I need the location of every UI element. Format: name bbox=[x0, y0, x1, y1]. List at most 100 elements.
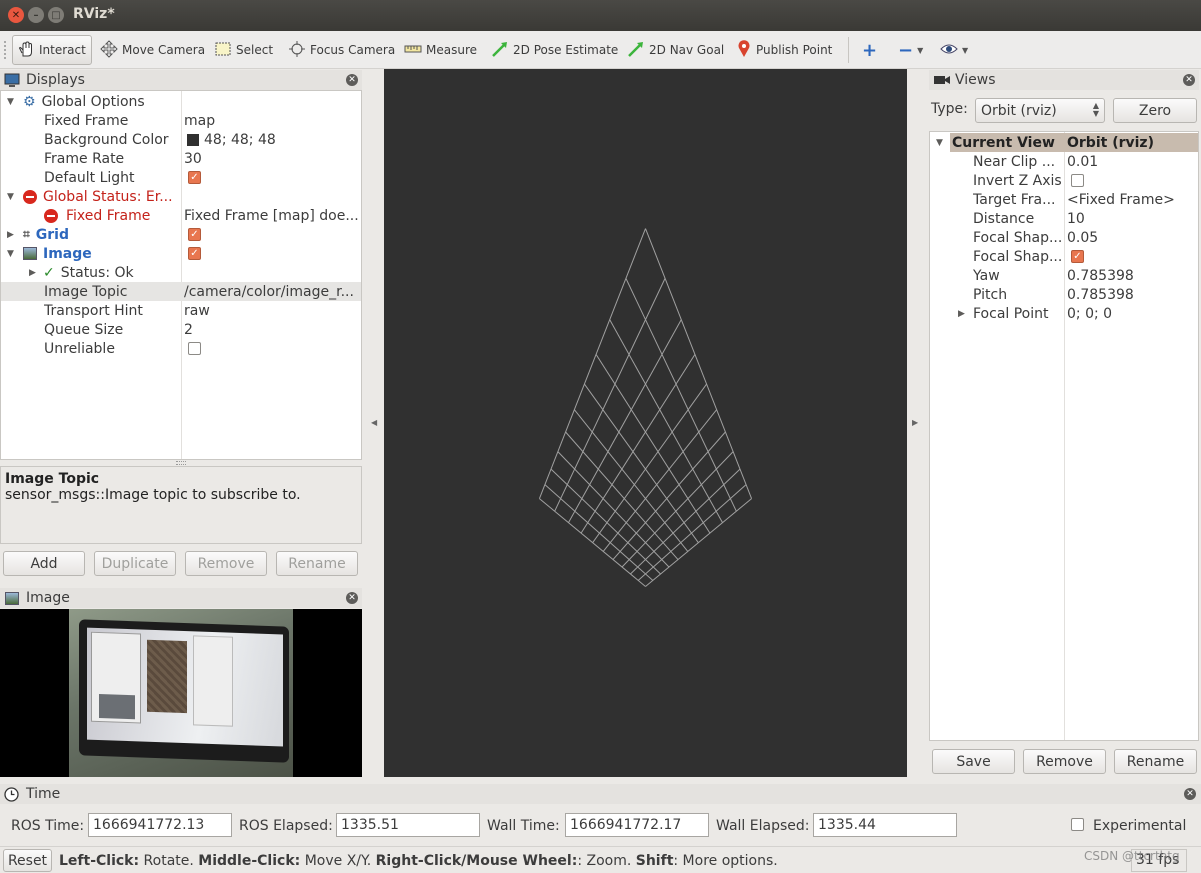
image-enabled-checkbox[interactable]: ✓ bbox=[188, 244, 201, 263]
collapse-arrow-icon[interactable]: ▶ bbox=[958, 309, 968, 319]
collapse-left-arrow-icon[interactable]: ◀ bbox=[371, 418, 377, 427]
panels-visibility-button[interactable]: ▼ bbox=[936, 35, 972, 65]
invert-z-axis-checkbox[interactable] bbox=[1071, 171, 1084, 190]
collapse-right-arrow-icon[interactable]: ▶ bbox=[912, 418, 918, 427]
remove-view-button[interactable]: Remove bbox=[1023, 749, 1106, 774]
status-help-text: Left-Click: Rotate. Middle-Click: Move X… bbox=[59, 853, 778, 869]
grid-enabled-checkbox[interactable]: ✓ bbox=[188, 225, 201, 244]
focus-camera-icon bbox=[288, 40, 306, 61]
current-view-row[interactable]: ▼ Current View bbox=[936, 133, 1066, 152]
nav-goal-tool-button[interactable]: 2D Nav Goal bbox=[623, 35, 728, 65]
close-panel-icon[interactable]: ✕ bbox=[1183, 74, 1195, 86]
expand-arrow-icon[interactable]: ▼ bbox=[7, 192, 17, 202]
global-status-fixed-frame-row[interactable]: Fixed Frame bbox=[44, 206, 180, 225]
publish-point-tool-button[interactable]: Publish Point bbox=[732, 35, 836, 65]
help-text: sensor_msgs::Image topic to subscribe to… bbox=[5, 487, 301, 503]
interact-tool-button[interactable]: Interact bbox=[12, 35, 92, 65]
add-tool-button[interactable]: + bbox=[858, 35, 881, 65]
experimental-checkbox[interactable] bbox=[1071, 818, 1084, 835]
image-status-row[interactable]: ▶ ✓ Status: Ok bbox=[29, 263, 179, 282]
global-status-fixed-frame-value: Fixed Frame [map] doe... bbox=[184, 207, 359, 224]
view-type-select[interactable]: Orbit (rviz) ▲ ▼ bbox=[975, 98, 1105, 123]
ros-elapsed-field[interactable] bbox=[336, 813, 480, 837]
unreliable-checkbox[interactable] bbox=[188, 339, 201, 358]
focal-shape-size-value[interactable]: 0.05 bbox=[1067, 228, 1197, 247]
duplicate-display-button[interactable]: Duplicate bbox=[94, 551, 176, 576]
help-title: Image Topic bbox=[5, 471, 100, 487]
grid-line bbox=[612, 431, 726, 560]
yaw-value[interactable]: 0.785398 bbox=[1067, 266, 1197, 285]
displays-tree: ▼ ⚙ Global Options Fixed Frame map Backg… bbox=[0, 90, 362, 460]
select-tool-button[interactable]: Select bbox=[210, 35, 277, 65]
splitter-handle[interactable] bbox=[176, 461, 186, 465]
remove-display-button[interactable]: Remove bbox=[185, 551, 267, 576]
grid-line bbox=[609, 319, 723, 523]
clock-icon bbox=[4, 786, 19, 802]
focal-shape-fixed-checkbox[interactable]: ✓ bbox=[1071, 247, 1084, 266]
add-display-button[interactable]: Add bbox=[3, 551, 85, 576]
global-options-row[interactable]: ▼ ⚙ Global Options bbox=[7, 92, 357, 111]
focus-camera-tool-button[interactable]: Focus Camera bbox=[284, 35, 399, 65]
pose-estimate-tool-button[interactable]: 2D Pose Estimate bbox=[487, 35, 622, 65]
ros-time-label: ROS Time: bbox=[11, 818, 85, 834]
zero-view-button[interactable]: Zero bbox=[1113, 98, 1197, 123]
focal-point-value[interactable]: 0; 0; 0 bbox=[1067, 304, 1197, 323]
background-color-value[interactable]: 48; 48; 48 bbox=[187, 130, 359, 149]
close-panel-icon[interactable]: ✕ bbox=[1184, 788, 1196, 800]
wall-elapsed-field[interactable] bbox=[813, 813, 957, 837]
close-panel-icon[interactable]: ✕ bbox=[346, 74, 358, 86]
collapse-arrow-icon[interactable]: ▶ bbox=[7, 230, 17, 240]
camera-image-view bbox=[0, 609, 362, 777]
measure-tool-button[interactable]: Measure bbox=[400, 35, 481, 65]
distance-value[interactable]: 10 bbox=[1067, 209, 1197, 228]
dropdown-arrow-icon: ▼ bbox=[962, 45, 969, 55]
reset-button[interactable]: Reset bbox=[3, 849, 52, 872]
save-view-button[interactable]: Save bbox=[932, 749, 1015, 774]
rename-view-button[interactable]: Rename bbox=[1114, 749, 1197, 774]
frame-rate-value[interactable]: 30 bbox=[184, 149, 359, 168]
default-light-checkbox[interactable]: ✓ bbox=[188, 168, 201, 187]
global-status-row[interactable]: ▼ Global Status: Er... bbox=[7, 187, 179, 206]
queue-size-value[interactable]: 2 bbox=[184, 320, 359, 339]
displays-panel-title: Displays bbox=[26, 72, 85, 88]
error-icon bbox=[44, 208, 58, 223]
target-frame-value[interactable]: <Fixed Frame> bbox=[1067, 190, 1197, 209]
error-icon bbox=[23, 189, 37, 204]
close-window-button[interactable]: ✕ bbox=[8, 7, 24, 23]
image-topic-label[interactable]: Image Topic bbox=[44, 282, 180, 301]
expand-arrow-icon[interactable]: ▼ bbox=[7, 249, 17, 259]
views-panel-header: Views ✕ bbox=[929, 70, 1199, 90]
grid-display-row[interactable]: ▶ ⌗ Grid bbox=[7, 225, 179, 244]
move-camera-tool-button[interactable]: Move Camera bbox=[96, 35, 209, 65]
near-clip-value[interactable]: 0.01 bbox=[1067, 152, 1197, 171]
rename-display-button[interactable]: Rename bbox=[276, 551, 358, 576]
image-panel-header: Image ✕ bbox=[0, 588, 362, 608]
close-panel-icon[interactable]: ✕ bbox=[346, 592, 358, 604]
expand-arrow-icon[interactable]: ▼ bbox=[936, 138, 946, 148]
fixed-frame-value[interactable]: map bbox=[184, 111, 359, 130]
grid-line bbox=[595, 354, 711, 534]
expand-arrow-icon[interactable]: ▼ bbox=[7, 97, 17, 107]
yaw-label: Yaw bbox=[973, 267, 1000, 284]
maximize-window-button[interactable]: □ bbox=[48, 7, 64, 23]
color-swatch bbox=[187, 133, 199, 146]
transport-hint-value[interactable]: raw bbox=[184, 301, 359, 320]
camera-icon bbox=[933, 74, 951, 86]
image-topic-value[interactable]: /camera/color/image_r... bbox=[184, 282, 359, 301]
pitch-value[interactable]: 0.785398 bbox=[1067, 285, 1197, 304]
image-display-row[interactable]: ▼ Image bbox=[7, 244, 179, 263]
render-3d-viewport[interactable] bbox=[384, 69, 907, 777]
grid-line bbox=[565, 431, 679, 560]
distance-label: Distance bbox=[973, 210, 1035, 227]
minimize-window-button[interactable]: – bbox=[28, 7, 44, 23]
transport-hint-label: Transport Hint bbox=[44, 302, 143, 319]
ros-time-field[interactable] bbox=[88, 813, 232, 837]
remove-tool-button[interactable]: − ▼ bbox=[894, 35, 927, 65]
focal-point-row[interactable]: ▶ Focal Point bbox=[958, 304, 1063, 323]
move-camera-icon bbox=[100, 39, 118, 61]
monitor-icon bbox=[4, 73, 20, 88]
collapse-arrow-icon[interactable]: ▶ bbox=[29, 268, 39, 278]
wall-time-field[interactable] bbox=[565, 813, 709, 837]
hand-icon bbox=[17, 40, 35, 61]
toolbar-grip[interactable] bbox=[4, 41, 7, 59]
